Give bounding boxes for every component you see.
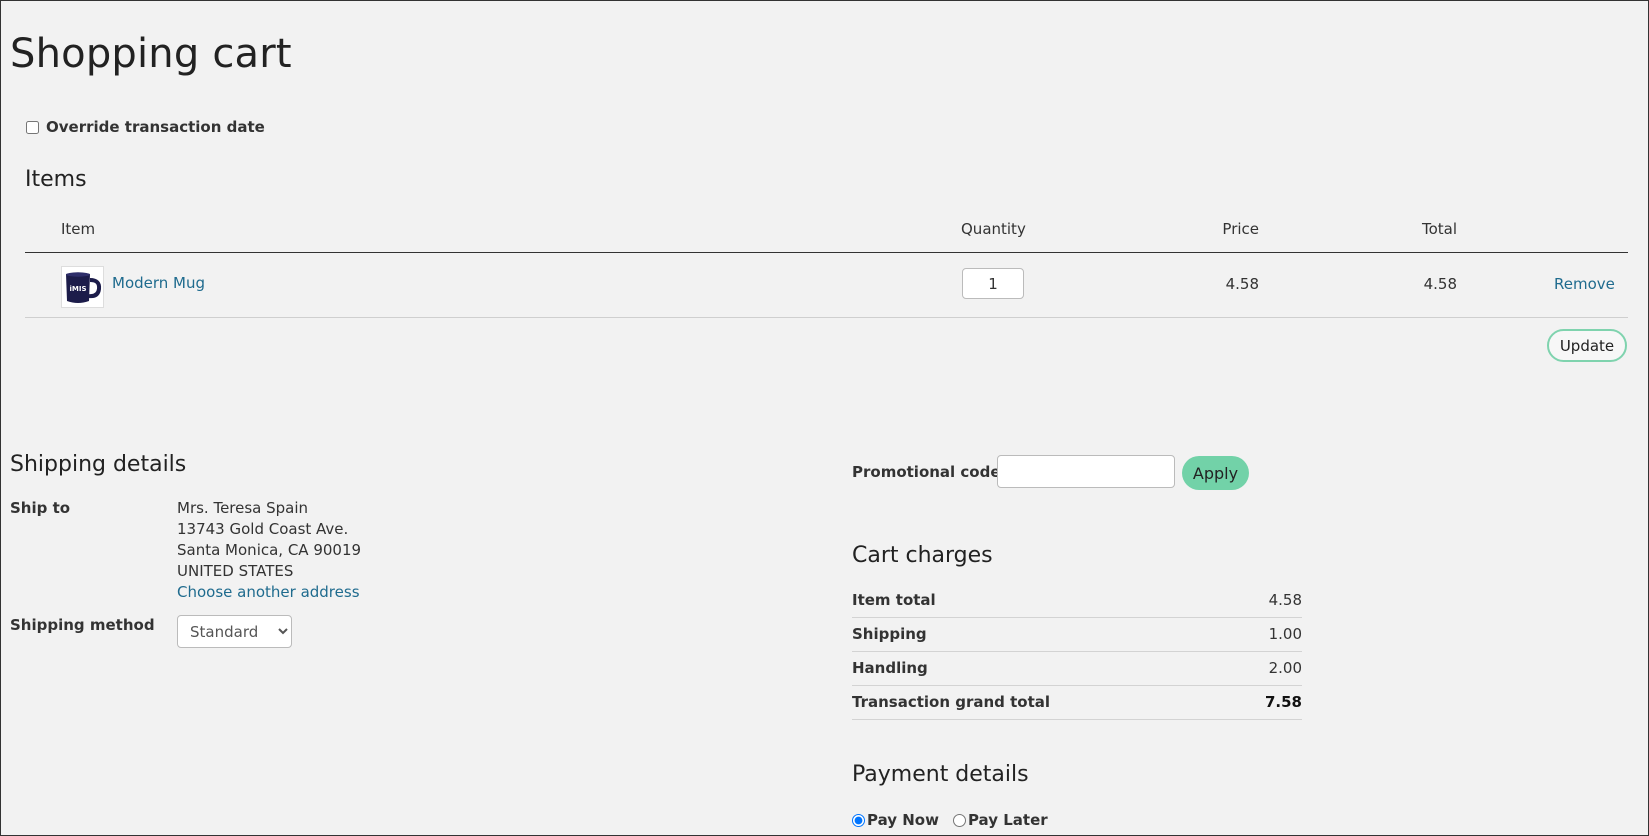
items-heading: Items [25,167,87,192]
override-date-option: Override transaction date [26,118,265,136]
item-price: 4.58 [1225,275,1259,293]
payment-details-heading: Payment details [852,762,1029,787]
pay-now-option[interactable]: Pay Now [852,811,939,829]
pay-later-option[interactable]: Pay Later [952,811,1048,829]
pay-later-label: Pay Later [967,811,1048,829]
apply-promo-button[interactable]: Apply [1182,456,1249,490]
charge-value: 1.00 [1268,625,1302,643]
item-total: 4.58 [1423,275,1457,293]
mug-thumbnail: iMIS [61,266,104,308]
table-row-divider [25,317,1628,318]
cart-charges-heading: Cart charges [852,543,993,568]
column-header-item: Item [61,220,96,238]
pay-later-radio[interactable] [952,813,966,827]
address-line: 13743 Gold Coast Ave. [177,520,349,538]
address-line: Santa Monica, CA 90019 [177,541,362,559]
payment-options: Pay Now Pay Later [852,811,1062,829]
shipping-details-heading: Shipping details [10,452,187,477]
grand-total-label: Transaction grand total [852,693,1051,711]
charge-row: Item total 4.58 [852,583,1302,618]
shipping-method-select[interactable]: Standard [177,615,292,648]
shipping-method-label: Shipping method [10,616,155,634]
charge-row: Handling 2.00 [852,651,1302,686]
address-line: Mrs. Teresa Spain [177,499,309,517]
remove-item-link[interactable]: Remove [1554,275,1615,293]
pay-now-radio[interactable] [852,813,865,827]
page-title: Shopping cart [10,31,292,77]
override-date-checkbox[interactable] [26,120,39,134]
pay-now-label: Pay Now [867,811,939,829]
address-line: UNITED STATES [177,562,294,580]
column-header-price: Price [1222,220,1259,238]
charge-label: Item total [852,591,936,609]
mug-image-icon: iMIS [66,272,102,303]
ship-to-label: Ship to [10,499,71,517]
charge-label: Shipping [852,625,927,643]
charge-row: Shipping 1.00 [852,617,1302,652]
charge-value: 4.58 [1268,591,1302,609]
charge-label: Handling [852,659,928,677]
promo-code-input[interactable] [997,455,1175,488]
choose-address-link[interactable]: Choose another address [177,583,360,601]
svg-text:iMIS: iMIS [69,285,86,293]
promo-code-label: Promotional code [852,463,1001,481]
charge-value: 2.00 [1268,659,1302,677]
override-date-label: Override transaction date [46,118,265,136]
grand-total-value: 7.58 [1264,693,1302,711]
update-button[interactable]: Update [1547,329,1627,362]
table-header-divider [25,252,1628,253]
item-name-link[interactable]: Modern Mug [112,274,205,292]
column-header-total: Total [1421,220,1457,238]
quantity-input[interactable] [962,268,1024,299]
column-header-quantity: Quantity [961,220,1026,238]
grand-total-row: Transaction grand total 7.58 [852,685,1302,720]
